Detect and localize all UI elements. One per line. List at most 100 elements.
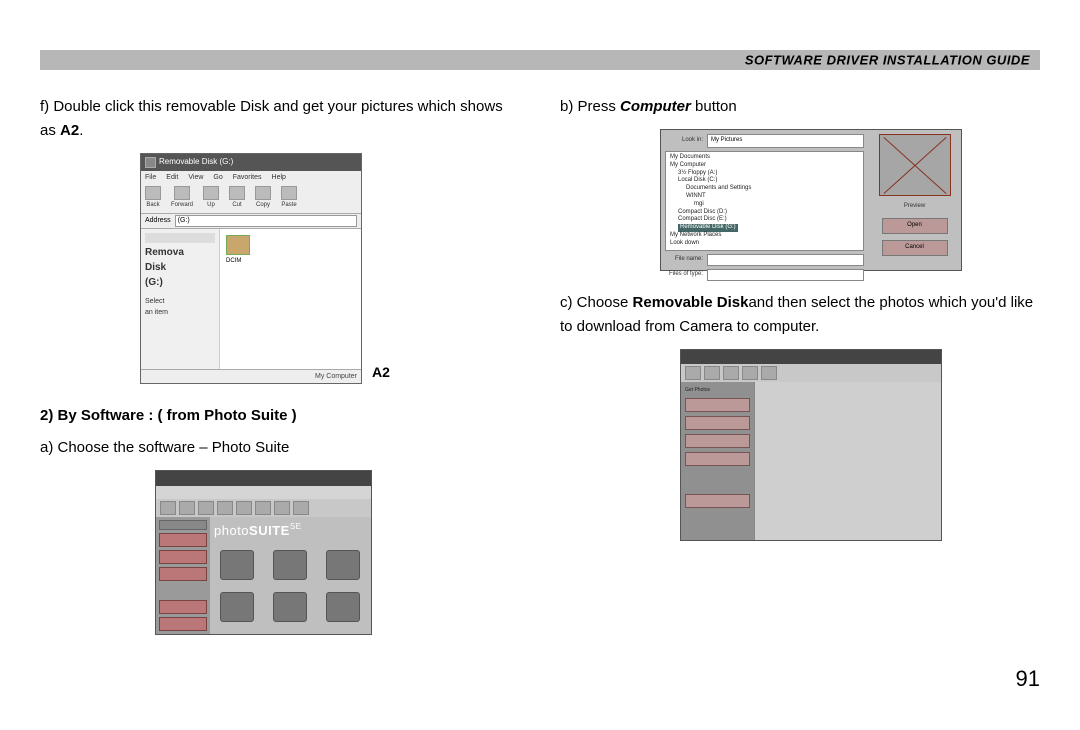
- menu-file[interactable]: File: [145, 172, 156, 183]
- toolbar-button[interactable]: [685, 366, 701, 380]
- copy-icon: [255, 186, 271, 200]
- forward-button[interactable]: Forward: [171, 186, 193, 211]
- feature-icon[interactable]: [220, 550, 254, 580]
- sidebar-button[interactable]: [159, 550, 207, 564]
- feature-icon[interactable]: [273, 550, 307, 580]
- filetype-combo[interactable]: [707, 269, 864, 281]
- a2-right-pane: DCIM: [220, 229, 361, 369]
- cut-button[interactable]: Cut: [229, 186, 245, 211]
- hint-1: Select: [145, 296, 215, 307]
- filetype-row: Files of type:: [665, 269, 864, 281]
- sidebar-button[interactable]: [685, 434, 750, 448]
- folder-tree[interactable]: My Documents My Computer 3½ Floppy (A:) …: [665, 151, 864, 251]
- sidebar-button[interactable]: [685, 494, 750, 508]
- lookin-combo[interactable]: My Pictures: [707, 134, 864, 148]
- back-button[interactable]: Back: [145, 186, 161, 211]
- toolbar-button[interactable]: [761, 366, 777, 380]
- sidebar-item[interactable]: [159, 520, 207, 530]
- tree-item[interactable]: My Documents: [670, 154, 859, 162]
- toolbar-button[interactable]: [160, 501, 176, 515]
- header-title: Software Driver Installation Guide: [745, 53, 1030, 68]
- dl-main-area: [754, 382, 941, 540]
- tree-item-selected[interactable]: Removable Disk (G:): [670, 224, 859, 232]
- toolbar-button[interactable]: [179, 501, 195, 515]
- menu-go[interactable]: Go: [213, 172, 222, 183]
- sidebar-button[interactable]: [685, 398, 750, 412]
- section-2-heading: 2) By Software : ( from Photo Suite ): [40, 404, 520, 428]
- tree-item[interactable]: Compact Disc (D:): [670, 209, 859, 217]
- disk-name-1: Remova: [145, 247, 215, 258]
- ps-toolbar: [156, 499, 371, 517]
- feature-icon[interactable]: [326, 550, 360, 580]
- open-button[interactable]: Open: [882, 218, 948, 234]
- filename-input[interactable]: [707, 254, 864, 266]
- folder-icon[interactable]: [226, 235, 250, 255]
- tree-item[interactable]: Look down: [670, 240, 859, 248]
- sidebar-button[interactable]: [159, 533, 207, 547]
- toolbar-button[interactable]: [198, 501, 214, 515]
- tree-item[interactable]: mgi: [670, 201, 859, 209]
- feature-icon[interactable]: [220, 592, 254, 622]
- tree-item[interactable]: 3½ Floppy (A:): [670, 170, 859, 178]
- address-input[interactable]: (G:): [175, 215, 357, 227]
- disk-name-3: (G:): [145, 277, 215, 288]
- toolbar-button[interactable]: [723, 366, 739, 380]
- figure-a2-wrapper: Removable Disk (G:) File Edit View Go Fa…: [140, 153, 520, 384]
- menu-view[interactable]: View: [188, 172, 203, 183]
- step-c: c) Choose Removable Diskand then select …: [560, 291, 1040, 339]
- tree-item[interactable]: Documents and Settings: [670, 185, 859, 193]
- toolbar-button[interactable]: [704, 366, 720, 380]
- sidebar-button[interactable]: [685, 416, 750, 430]
- up-icon: [203, 186, 219, 200]
- step-a: a) Choose the software – Photo Suite: [40, 436, 520, 460]
- sidebar-button[interactable]: [159, 617, 207, 631]
- logo-suite: SUITE: [249, 523, 290, 538]
- hint-2: an item: [145, 307, 215, 318]
- step-c-pre: c) Choose: [560, 294, 633, 311]
- menu-edit[interactable]: Edit: [166, 172, 178, 183]
- left-column: f) Double click this removable Disk and …: [40, 95, 520, 635]
- tree-item[interactable]: My Computer: [670, 162, 859, 170]
- page-number: 91: [1016, 666, 1040, 692]
- toolbar-button[interactable]: [255, 501, 271, 515]
- status-text: My Computer: [315, 371, 357, 382]
- a2-status-bar: My Computer: [141, 369, 361, 383]
- up-button[interactable]: Up: [203, 186, 219, 211]
- tree-item[interactable]: Compact Disc (E:): [670, 216, 859, 224]
- paste-button[interactable]: Paste: [281, 186, 297, 211]
- sidebar-button[interactable]: [685, 452, 750, 466]
- lookin-row: Look in: My Pictures: [665, 134, 864, 148]
- open-dialog-left: Look in: My Pictures My Documents My Com…: [661, 130, 868, 270]
- menu-favorites[interactable]: Favorites: [233, 172, 262, 183]
- cancel-button[interactable]: Cancel: [882, 240, 948, 256]
- a2-menubar: File Edit View Go Favorites Help: [141, 171, 361, 184]
- menu-help[interactable]: Help: [272, 172, 286, 183]
- paste-icon: [281, 186, 297, 200]
- toolbar-button[interactable]: [274, 501, 290, 515]
- a2-left-pane: Remova Disk (G:) Select an item: [141, 229, 220, 369]
- logo-photo: photo: [214, 523, 249, 538]
- tree-item[interactable]: WINNT: [670, 193, 859, 201]
- pane-banner: [145, 233, 215, 243]
- ps-menu-item[interactable]: [160, 487, 162, 498]
- toolbar-button[interactable]: [293, 501, 309, 515]
- sidebar-button[interactable]: [159, 600, 207, 614]
- copy-button[interactable]: Copy: [255, 186, 271, 211]
- toolbar-button[interactable]: [742, 366, 758, 380]
- tree-item[interactable]: My Network Places: [670, 232, 859, 240]
- dl-toolbar: [681, 364, 941, 382]
- ps-main: photoSUITESE: [210, 517, 371, 634]
- toolbar-button[interactable]: [236, 501, 252, 515]
- a2-address-bar: Address (G:): [141, 214, 361, 229]
- filename-row: File name:: [665, 254, 864, 266]
- photosuite-logo: photoSUITESE: [214, 521, 367, 542]
- toolbar-button[interactable]: [217, 501, 233, 515]
- feature-icon[interactable]: [326, 592, 360, 622]
- feature-icon[interactable]: [273, 592, 307, 622]
- figure-a2-label: A2: [372, 361, 390, 383]
- step-f-text: f) Double click this removable Disk and …: [40, 98, 503, 139]
- sidebar-button[interactable]: [159, 567, 207, 581]
- lookin-label: Look in:: [665, 136, 703, 146]
- tree-item[interactable]: Local Disk (C:): [670, 177, 859, 185]
- figure-photosuite-window: photoSUITESE: [155, 470, 372, 635]
